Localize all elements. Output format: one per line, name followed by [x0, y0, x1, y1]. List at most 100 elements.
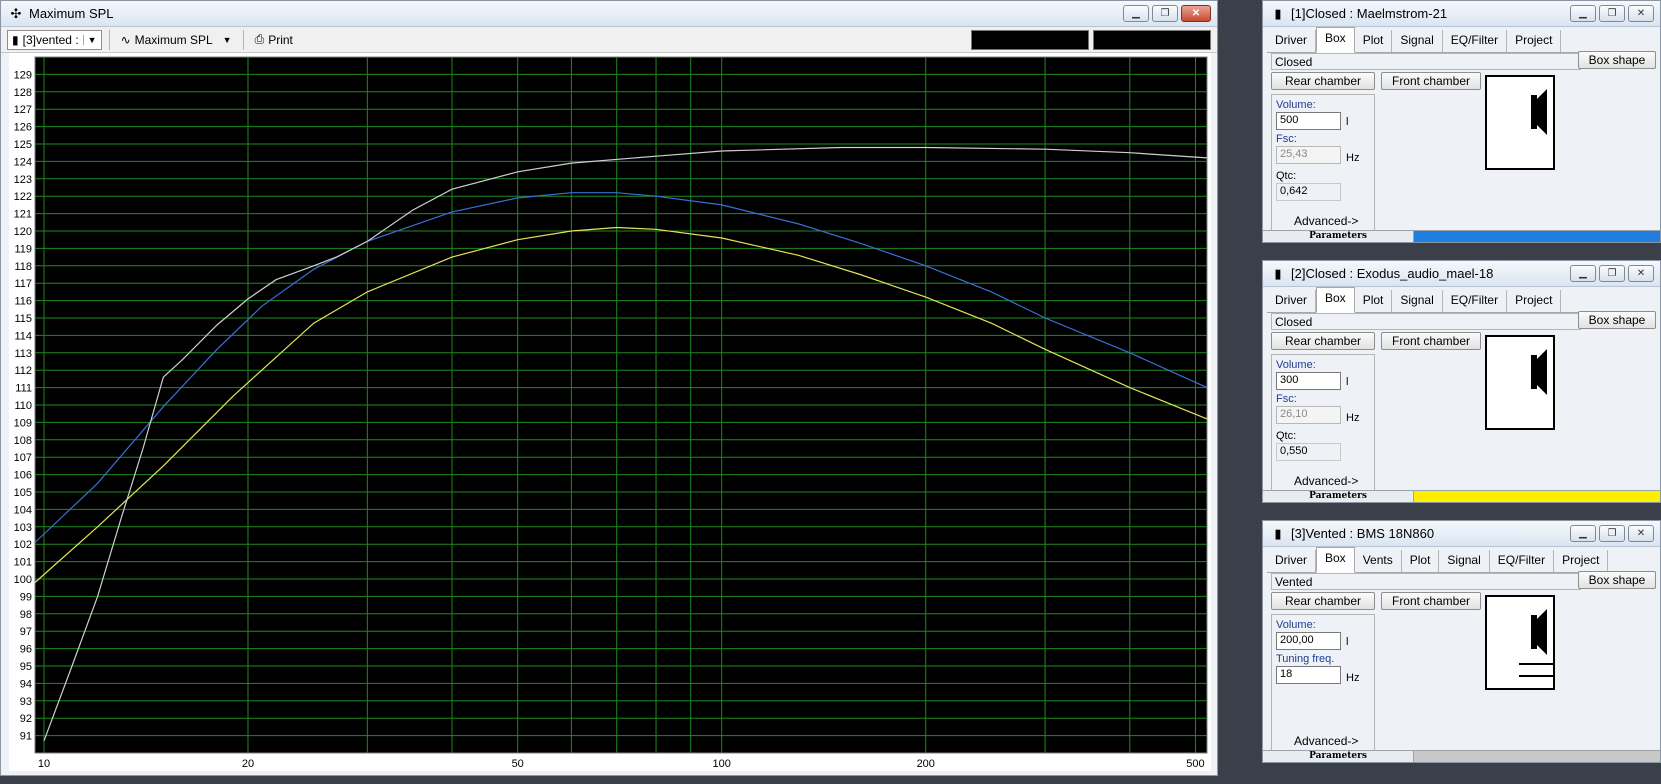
close-icon: ✕: [1636, 528, 1646, 539]
rear-chamber-button[interactable]: Rear chamber: [1271, 592, 1375, 610]
tab-plot[interactable]: Plot: [1355, 30, 1393, 52]
rear-chamber-button[interactable]: Rear chamber: [1271, 72, 1375, 90]
tab-driver[interactable]: Driver: [1267, 30, 1316, 52]
tuning-freq-field[interactable]: 18: [1276, 666, 1341, 684]
maximize-button[interactable]: ❐: [1152, 5, 1178, 22]
driver-magnet: [1531, 355, 1537, 389]
minimize-icon: ▁: [1579, 268, 1587, 279]
maximize-button[interactable]: ❐: [1599, 525, 1625, 542]
y-tick-label: 107: [14, 452, 32, 464]
x-tick-label: 500: [1186, 758, 1204, 770]
y-tick-label: 104: [14, 504, 32, 516]
spl-chart[interactable]: 91 92 93 94 95 96 97 98 99 100 101 102 103 104 105 106 1…: [9, 53, 1211, 771]
front-chamber-button[interactable]: Front chamber: [1381, 592, 1481, 610]
close-button[interactable]: ✕: [1628, 525, 1654, 542]
close-button[interactable]: ✕: [1628, 265, 1654, 282]
qtc-label: Qtc:: [1276, 170, 1297, 182]
minimize-icon: ▁: [1579, 8, 1587, 19]
panel-titlebar[interactable]: ▮ [2]Closed : Exodus_audio_mael-18 ▁ ❐ ✕: [1263, 261, 1660, 287]
y-tick-label: 125: [14, 139, 32, 151]
tab-box[interactable]: Box: [1316, 547, 1355, 573]
hz-unit: Hz: [1346, 152, 1360, 164]
tab-project[interactable]: Project: [1507, 290, 1562, 312]
minimize-button[interactable]: ▁: [1570, 265, 1596, 282]
y-tick-label: 115: [14, 313, 32, 325]
y-tick-label: 109: [14, 417, 32, 429]
front-chamber-button[interactable]: Front chamber: [1381, 72, 1481, 90]
box-panel-2: ▮ [2]Closed : Exodus_audio_mael-18 ▁ ❐ ✕ Driv…: [1262, 260, 1661, 503]
advanced-link[interactable]: Advanced->: [1294, 474, 1358, 488]
graph-type-select[interactable]: ∿ Maximum SPL ▼: [117, 30, 236, 50]
fsc-field: 25,43: [1276, 146, 1341, 164]
tab-box[interactable]: Box: [1316, 287, 1355, 313]
panel-title: [1]Closed : Maelmstrom-21: [1291, 6, 1448, 21]
advanced-link[interactable]: Advanced->: [1294, 734, 1358, 748]
box-parameters-group: Volume: 200,00 l Tuning freq. 18 Hz Advanced->: [1271, 614, 1375, 751]
close-icon: ✕: [1636, 268, 1646, 279]
box-panel-3: ▮ [3]Vented : BMS 18N860 ▁ ❐ ✕ Driver Box Vents…: [1262, 520, 1661, 763]
close-button[interactable]: ✕: [1628, 5, 1654, 22]
maximize-button[interactable]: ❐: [1599, 265, 1625, 282]
vent-port-bottom: [1519, 675, 1553, 677]
x-tick-label: 100: [713, 758, 731, 770]
main-titlebar[interactable]: ✣ Maximum SPL ▁ ❐ ✕: [1, 1, 1217, 27]
x-tick-label: 20: [242, 758, 254, 770]
tab-driver[interactable]: Driver: [1267, 550, 1316, 572]
y-tick-label: 110: [14, 400, 32, 412]
tab-box[interactable]: Box: [1316, 27, 1355, 53]
tab-signal[interactable]: Signal: [1392, 290, 1443, 312]
front-chamber-button[interactable]: Front chamber: [1381, 332, 1481, 350]
tab-plot[interactable]: Plot: [1355, 290, 1393, 312]
box-shape-button[interactable]: Box shape: [1578, 311, 1656, 329]
panel-statusbar: Parameters: [1263, 750, 1660, 762]
volume-field[interactable]: 200,00: [1276, 632, 1341, 650]
box-shape-preview: [1485, 335, 1555, 430]
rear-chamber-button[interactable]: Rear chamber: [1271, 332, 1375, 350]
tab-signal[interactable]: Signal: [1392, 30, 1443, 52]
box-shape-button[interactable]: Box shape: [1578, 571, 1656, 589]
parameters-label: Parameters: [1263, 751, 1414, 762]
volume-field[interactable]: 300: [1276, 372, 1341, 390]
panel-titlebar[interactable]: ▮ [3]Vented : BMS 18N860 ▁ ❐ ✕: [1263, 521, 1660, 547]
close-icon: ✕: [1636, 8, 1646, 19]
tab-eq-filter[interactable]: EQ/Filter: [1443, 290, 1508, 312]
hz-unit: Hz: [1346, 672, 1360, 684]
box-shape-preview: [1485, 75, 1555, 170]
panel-titlebar[interactable]: ▮ [1]Closed : Maelmstrom-21 ▁ ❐ ✕: [1263, 1, 1660, 27]
project-select-value: [3]vented :: [22, 32, 79, 47]
minimize-button[interactable]: ▁: [1123, 5, 1149, 22]
volume-field[interactable]: 500: [1276, 112, 1341, 130]
tab-driver[interactable]: Driver: [1267, 290, 1316, 312]
x-tick-label: 50: [512, 758, 524, 770]
box-shape-button[interactable]: Box shape: [1578, 51, 1656, 69]
tab-project[interactable]: Project: [1554, 550, 1609, 572]
project-select[interactable]: ▮ [3]vented : ▼: [7, 29, 102, 50]
y-tick-label: 120: [14, 226, 32, 238]
volume-unit: l: [1346, 636, 1349, 648]
printer-icon: ⎙: [254, 32, 265, 46]
driver-cone: [1537, 89, 1547, 135]
minimize-button[interactable]: ▁: [1570, 525, 1596, 542]
y-tick-label: 108: [14, 435, 32, 447]
tab-eq-filter[interactable]: EQ/Filter: [1443, 30, 1508, 52]
close-button[interactable]: ✕: [1181, 5, 1211, 22]
panel-icon: ▮: [1274, 525, 1282, 541]
y-tick-label: 91: [20, 731, 32, 743]
qtc-value: 0,550: [1276, 443, 1341, 461]
tab-vents[interactable]: Vents: [1355, 550, 1402, 572]
y-tick-label: 127: [14, 104, 32, 116]
print-button[interactable]: ⎙ Print: [251, 30, 297, 50]
y-tick-label: 129: [14, 69, 32, 81]
tab-plot[interactable]: Plot: [1402, 550, 1440, 572]
minimize-button[interactable]: ▁: [1570, 5, 1596, 22]
y-tick-label: 102: [14, 539, 32, 551]
panel-title: [2]Closed : Exodus_audio_mael-18: [1291, 266, 1494, 281]
advanced-link[interactable]: Advanced->: [1294, 214, 1358, 228]
param2-label: Fsc:: [1276, 133, 1297, 145]
maximize-button[interactable]: ❐: [1599, 5, 1625, 22]
tab-signal[interactable]: Signal: [1439, 550, 1490, 572]
box-type: Closed: [1271, 313, 1581, 330]
y-tick-label: 116: [14, 296, 32, 308]
tab-eq-filter[interactable]: EQ/Filter: [1490, 550, 1555, 572]
tab-project[interactable]: Project: [1507, 30, 1562, 52]
